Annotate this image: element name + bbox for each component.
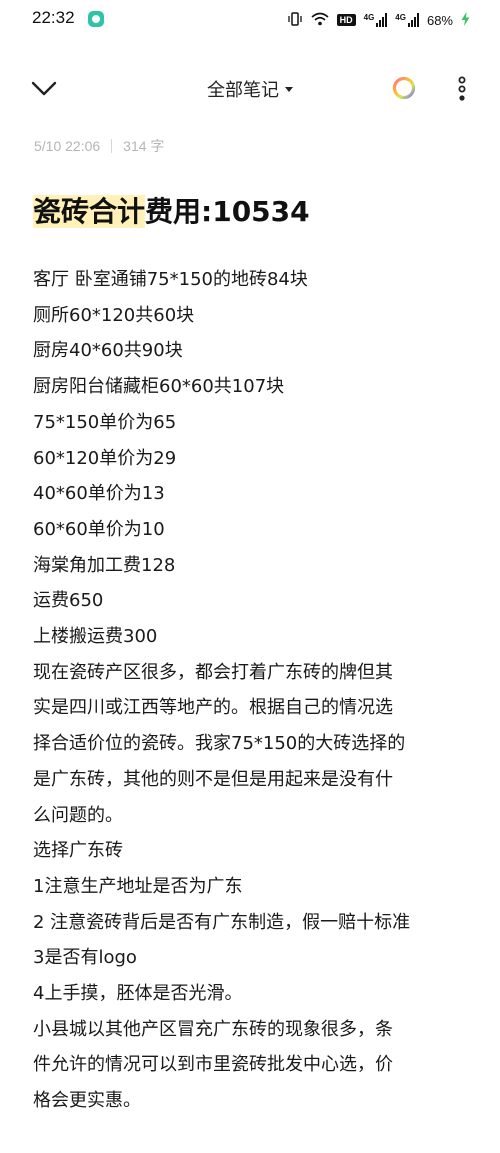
note-line: 么问题的。 (33, 804, 123, 826)
note-line: 60*60单价为10 (33, 518, 165, 540)
hd-voice-icon: HD (336, 14, 356, 26)
note-title-rest: 费用:10534 (145, 195, 310, 228)
status-icons: HD 4G 4G 68% (287, 10, 470, 30)
note-line: 3是否有logo (33, 947, 137, 969)
note-line: 选择广东砖 (33, 840, 123, 862)
note-line: 件允许的情况可以到市里瓷砖批发中心选，价 (33, 1054, 393, 1076)
charging-icon (461, 11, 470, 29)
note-line: 40*60单价为13 (33, 483, 165, 505)
more-vertical-icon (458, 76, 466, 101)
note-line: 运费650 (33, 590, 104, 612)
note-line: 4上手摸，胚体是否光滑。 (33, 983, 243, 1005)
vibrate-icon (287, 11, 303, 29)
note-body[interactable]: 客厅 卧室通铺75*150的地砖84块 厕所60*120共60块 厨房40*60… (33, 262, 473, 1119)
note-line: 格会更实惠。 (33, 1090, 141, 1112)
note-line: 2 注意瓷砖背后是否有广东制造，假一赔十标准 (33, 911, 411, 933)
note-line: 客厅 卧室通铺75*150的地砖84块 (33, 269, 308, 290)
folder-selector[interactable]: 全部笔记 (0, 76, 500, 102)
more-options-button[interactable] (454, 76, 470, 102)
signal-strength-icon: 4G (395, 13, 419, 27)
note-word-count: 314 字 (123, 138, 165, 154)
signal-strength-icon: 4G (364, 13, 388, 27)
note-title-highlight: 瓷砖合计 (33, 195, 146, 228)
note-line: 是广东砖，其他的则不是但是用起来是没有什 (33, 768, 393, 790)
status-time: 22:32 (32, 8, 75, 27)
app-bar: 全部笔记 (0, 60, 500, 116)
note-line: 实是四川或江西等地产的。根据自己的情况选 (33, 697, 393, 719)
note-line: 择合适价位的瓷砖。我家75*150的大砖选择的 (33, 733, 406, 755)
caret-down-icon (285, 86, 293, 92)
note-line: 现在瓷砖产区很多，都会打着广东砖的牌但其 (33, 661, 393, 683)
note-line: 小县城以其他产区冒充广东砖的现象很多，条 (33, 1018, 393, 1040)
note-line: 60*120单价为29 (33, 447, 177, 469)
note-line: 厨房40*60共90块 (33, 340, 183, 362)
note-date: 5/10 22:06 (34, 138, 101, 154)
page-title: 全部笔记 (207, 80, 279, 101)
note-line: 75*150单价为65 (33, 411, 177, 433)
note-line: 厕所60*120共60块 (33, 304, 195, 326)
battery-level: 68% (426, 12, 453, 28)
note-line: 1注意生产地址是否为广东 (33, 875, 243, 897)
theme-button[interactable] (392, 76, 416, 100)
status-bar: 22:32 HD 4G 4G 68% (0, 0, 500, 40)
note-line: 厨房阳台储藏柜60*60共107块 (33, 376, 285, 398)
color-ring-icon (392, 76, 416, 100)
meta-divider (111, 139, 113, 153)
wifi-icon (311, 12, 329, 29)
app-notification-icon (88, 11, 104, 27)
note-meta: 5/10 22:06 314 字 (34, 136, 164, 156)
note-line: 上楼搬运费300 (33, 626, 158, 648)
note-title[interactable]: 瓷砖合计费用:10534 (33, 190, 310, 230)
note-line: 海棠角加工费128 (33, 554, 176, 576)
